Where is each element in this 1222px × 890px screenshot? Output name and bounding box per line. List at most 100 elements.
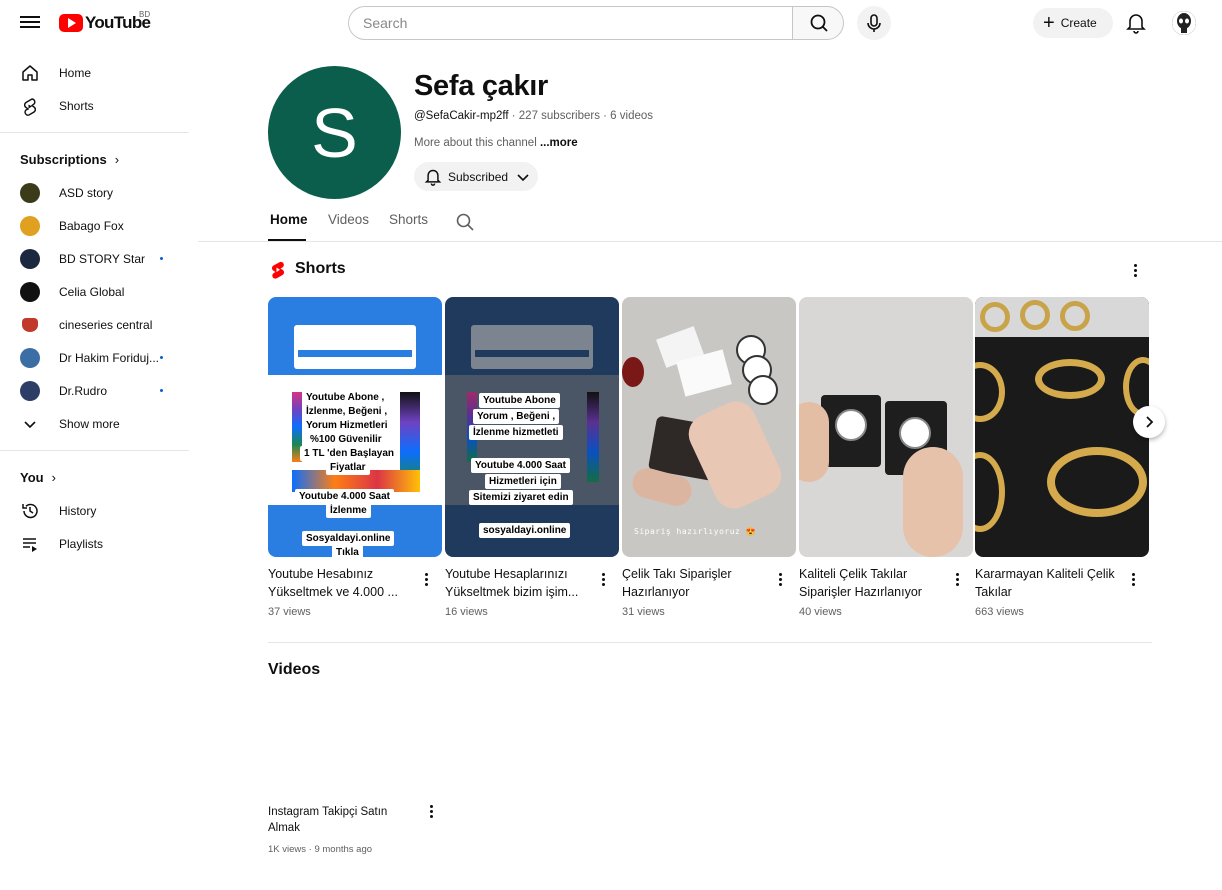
channel-avatar (22, 317, 38, 332)
subscription-item[interactable]: cineseries central (0, 308, 189, 341)
chevron-right-icon (1146, 416, 1154, 428)
shorts-logo-icon (271, 261, 285, 279)
menu-icon[interactable] (20, 13, 40, 31)
subscription-item[interactable]: Dr Hakim Foriduj... (0, 341, 189, 374)
channel-about[interactable]: More about this channel ...more (414, 137, 578, 149)
more-link[interactable]: ...more (540, 137, 578, 149)
active-tab-indicator (268, 239, 306, 241)
more-options-icon[interactable] (949, 571, 965, 587)
short-thumbnail[interactable] (799, 297, 973, 557)
search-box (348, 6, 793, 40)
more-options-icon[interactable] (772, 571, 788, 587)
bell-icon (424, 169, 442, 186)
subscription-item[interactable]: Celia Global (0, 275, 189, 308)
channel-avatar (20, 347, 40, 368)
tab-home[interactable]: Home (270, 212, 308, 227)
channel-name: Sefa çakır (414, 70, 549, 102)
video-meta: 1K views · 9 months ago (268, 844, 373, 855)
channel-avatar (20, 380, 40, 401)
more-options-icon[interactable] (1125, 571, 1141, 587)
chevron-down-icon (20, 414, 40, 434)
top-bar: YouTube BD + Create (0, 0, 1222, 46)
tab-videos[interactable]: Videos (328, 212, 369, 227)
channel-tabs: Home Videos Shorts (198, 205, 1222, 242)
short-title[interactable]: Youtube Hesaplarınızı Yükseltmek bizim i… (445, 565, 595, 601)
channel-handle: @SefaCakir-mp2ff (414, 110, 509, 122)
short-thumbnail[interactable]: Sipariş hazırlıyoruz 😍 (622, 297, 796, 557)
tab-search-icon[interactable] (455, 212, 475, 237)
short-item[interactable]: Sipariş hazırlıyoruz 😍 Çelik Takı Sipari… (622, 297, 796, 618)
video-title[interactable]: Instagram Takipçi Satın Almak (268, 804, 418, 836)
channel-avatar-large: S (268, 66, 401, 199)
youtube-logo[interactable]: YouTube BD (59, 10, 151, 34)
videos-section-title: Videos (268, 661, 321, 678)
more-options-icon[interactable] (418, 571, 434, 587)
sidebar-item-playlists[interactable]: Playlists (0, 527, 189, 560)
chevron-right-icon: › (114, 152, 120, 167)
short-title[interactable]: Youtube Hesabınız Yükseltmek ve 4.000 ..… (268, 565, 418, 601)
sidebar-item-shorts[interactable]: Shorts (0, 89, 189, 122)
sidebar: Home Shorts Subscriptions › ASD story Ba… (0, 56, 189, 560)
channel-stats: · 227 subscribers · 6 videos (508, 110, 654, 122)
tab-shorts[interactable]: Shorts (389, 212, 428, 227)
profile-icon (1172, 11, 1196, 35)
short-views: 31 views (622, 606, 665, 618)
shorts-icon (20, 96, 40, 116)
short-views: 40 views (799, 606, 842, 618)
search-input[interactable] (349, 7, 793, 39)
history-icon (20, 501, 40, 521)
short-views: 16 views (445, 606, 488, 618)
home-icon (20, 63, 40, 83)
short-item[interactable]: Youtube Abone , İzlenme, Beğeni , Yorum … (268, 297, 442, 618)
subscription-item[interactable]: Dr.Rudro (0, 374, 189, 407)
notifications-button[interactable] (1125, 11, 1147, 35)
short-item[interactable]: Youtube Abone Yorum , Beğeni , İzlenme h… (445, 297, 619, 618)
short-views: 37 views (268, 606, 311, 618)
short-title[interactable]: Kararmayan Kaliteli Çelik Takılar (975, 565, 1125, 601)
short-thumbnail[interactable]: Youtube Abone , İzlenme, Beğeni , Yorum … (268, 297, 442, 557)
subscriptions-header[interactable]: Subscriptions › (0, 143, 189, 176)
short-views: 663 views (975, 606, 1024, 618)
short-item[interactable]: Kaliteli Çelik Takılar Siparişler Hazırl… (799, 297, 973, 618)
region-code: BD (139, 10, 151, 19)
short-thumbnail[interactable] (975, 297, 1149, 557)
bell-icon (1126, 14, 1146, 34)
section-divider (268, 642, 1152, 643)
sidebar-divider (0, 450, 189, 451)
new-content-dot (160, 257, 163, 260)
more-options-icon[interactable] (1127, 262, 1143, 278)
channel-avatar (20, 215, 40, 236)
shorts-section-title: Shorts (295, 260, 346, 277)
sidebar-item-history[interactable]: History (0, 494, 189, 527)
short-title[interactable]: Çelik Takı Siparişler Hazırlanıyor (622, 565, 772, 601)
sidebar-divider (0, 132, 189, 133)
subscription-item[interactable]: ASD story (0, 176, 189, 209)
channel-avatar (20, 182, 40, 203)
create-button[interactable]: + Create (1033, 8, 1113, 38)
account-avatar[interactable] (1172, 11, 1196, 35)
channel-meta: @SefaCakir-mp2ff · 227 subscribers · 6 v… (414, 110, 653, 122)
plus-icon: + (1043, 12, 1055, 34)
subscribed-button[interactable]: Subscribed (414, 162, 538, 191)
next-arrow-button[interactable] (1133, 406, 1165, 438)
new-content-dot (160, 356, 163, 359)
search-button[interactable] (792, 6, 844, 40)
subscription-item[interactable]: BD STORY Star (0, 242, 189, 275)
show-more-button[interactable]: Show more (0, 407, 189, 440)
subscription-item[interactable]: Babago Fox (0, 209, 189, 242)
sidebar-item-home[interactable]: Home (0, 56, 189, 89)
short-caption: Sipariş hazırlıyoruz 😍 (634, 527, 757, 536)
you-header[interactable]: You › (0, 461, 189, 494)
channel-avatar (20, 248, 40, 269)
youtube-play-icon (59, 14, 83, 32)
more-options-icon[interactable] (423, 803, 439, 819)
channel-avatar (20, 281, 40, 302)
chevron-down-icon (517, 173, 529, 181)
short-item[interactable]: Kararmayan Kaliteli Çelik Takılar 663 vi… (975, 297, 1149, 618)
voice-search-button[interactable] (857, 6, 891, 40)
microphone-icon (867, 14, 881, 32)
chevron-right-icon: › (51, 470, 56, 485)
short-title[interactable]: Kaliteli Çelik Takılar Siparişler Hazırl… (799, 565, 949, 601)
more-options-icon[interactable] (595, 571, 611, 587)
short-thumbnail[interactable]: Youtube Abone Yorum , Beğeni , İzlenme h… (445, 297, 619, 557)
